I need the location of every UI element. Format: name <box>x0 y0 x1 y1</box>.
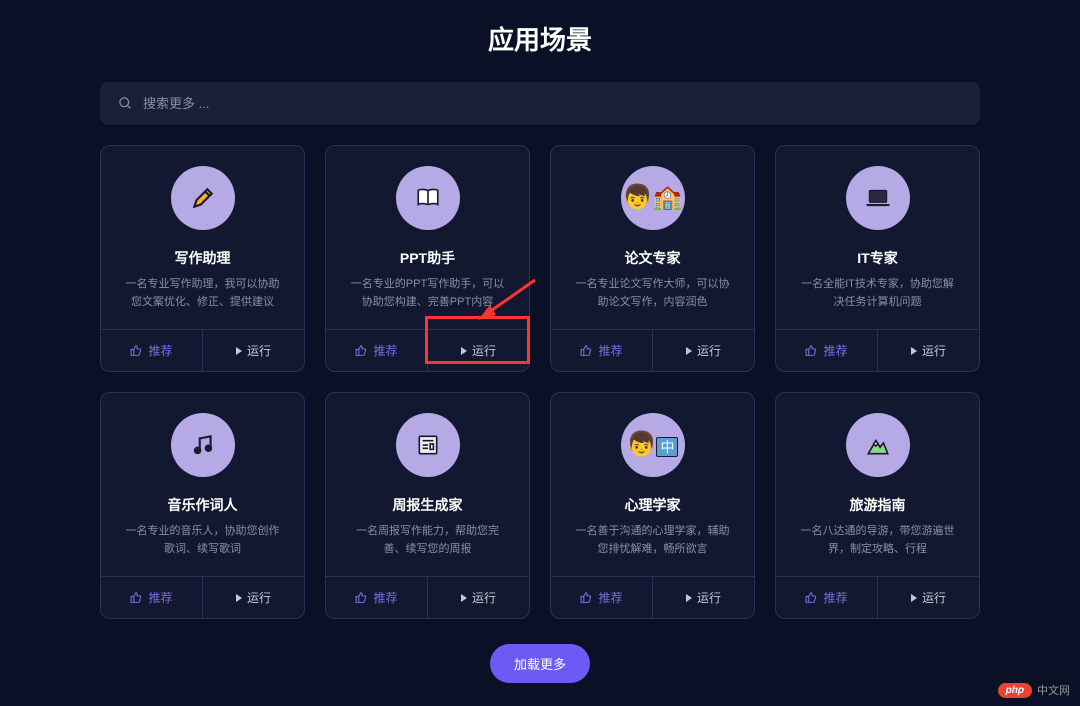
card-desc: 一名善于沟通的心理学家，辅助您排忧解难，畅所欲言 <box>567 523 738 558</box>
recommend-button[interactable]: 推荐 <box>551 330 653 371</box>
recommend-button[interactable]: 推荐 <box>776 330 878 371</box>
play-icon <box>686 347 692 355</box>
news-icon <box>396 413 460 477</box>
mountain-icon <box>846 413 910 477</box>
search-bar[interactable] <box>100 82 980 125</box>
thumb-icon <box>130 344 143 357</box>
thumb-icon <box>355 591 368 604</box>
thumb-icon <box>805 344 818 357</box>
play-icon <box>461 347 467 355</box>
play-icon <box>911 347 917 355</box>
pencil-icon <box>171 166 235 230</box>
run-button[interactable]: 运行 <box>203 577 304 618</box>
recommend-button[interactable]: 推荐 <box>326 577 428 618</box>
card-title: PPT助手 <box>342 248 513 268</box>
card-title: 论文专家 <box>567 248 738 268</box>
play-icon <box>911 594 917 602</box>
thesis-icon: 👦🏫 <box>621 166 685 230</box>
laptop-icon <box>846 166 910 230</box>
play-icon <box>686 594 692 602</box>
card-psychologist: 👦中 心理学家 一名善于沟通的心理学家，辅助您排忧解难，畅所欲言 推荐 运行 <box>550 392 755 619</box>
card-title: 旅游指南 <box>792 495 963 515</box>
run-button[interactable]: 运行 <box>878 577 979 618</box>
play-icon <box>236 347 242 355</box>
load-more-button[interactable]: 加载更多 <box>490 644 590 683</box>
recommend-button[interactable]: 推荐 <box>776 577 878 618</box>
card-it-expert: IT专家 一名全能IT技术专家，协助您解决任务计算机问题 推荐 运行 <box>775 145 980 372</box>
watermark: php 中文网 <box>998 682 1070 698</box>
card-ppt-assistant: PPT助手 一名专业的PPT写作助手，可以协助您构建、完善PPT内容 推荐 运行 <box>325 145 530 372</box>
recommend-button[interactable]: 推荐 <box>101 577 203 618</box>
thumb-icon <box>580 344 593 357</box>
music-icon <box>171 413 235 477</box>
card-title: IT专家 <box>792 248 963 268</box>
card-music-lyricist: 音乐作词人 一名专业的音乐人，协助您创作歌词、续写歌词 推荐 运行 <box>100 392 305 619</box>
run-button[interactable]: 运行 <box>653 577 754 618</box>
card-desc: 一名专业写作助理，我可以协助您文案优化、修正、提供建议 <box>117 276 288 311</box>
thumb-icon <box>580 591 593 604</box>
search-input[interactable] <box>143 96 962 111</box>
card-title: 心理学家 <box>567 495 738 515</box>
card-report-generator: 周报生成家 一名周报写作能力，帮助您完善、续写您的周报 推荐 运行 <box>325 392 530 619</box>
card-desc: 一名周报写作能力，帮助您完善、续写您的周报 <box>342 523 513 558</box>
run-button[interactable]: 运行 <box>653 330 754 371</box>
card-desc: 一名专业的PPT写作助手，可以协助您构建、完善PPT内容 <box>342 276 513 311</box>
card-title: 周报生成家 <box>342 495 513 515</box>
thumb-icon <box>805 591 818 604</box>
watermark-text: 中文网 <box>1037 682 1070 698</box>
run-button[interactable]: 运行 <box>428 577 529 618</box>
thumb-icon <box>130 591 143 604</box>
card-grid: 写作助理 一名专业写作助理，我可以协助您文案优化、修正、提供建议 推荐 运行 <box>100 145 980 619</box>
recommend-button[interactable]: 推荐 <box>101 330 203 371</box>
psych-icon: 👦中 <box>621 413 685 477</box>
card-title: 音乐作词人 <box>117 495 288 515</box>
card-desc: 一名全能IT技术专家，协助您解决任务计算机问题 <box>792 276 963 311</box>
card-desc: 一名专业论文写作大师，可以协助论文写作，内容润色 <box>567 276 738 311</box>
card-thesis-expert: 👦🏫 论文专家 一名专业论文写作大师，可以协助论文写作，内容润色 推荐 运行 <box>550 145 755 372</box>
play-icon <box>461 594 467 602</box>
card-desc: 一名专业的音乐人，协助您创作歌词、续写歌词 <box>117 523 288 558</box>
recommend-button[interactable]: 推荐 <box>326 330 428 371</box>
watermark-badge: php <box>998 683 1032 698</box>
card-travel-guide: 旅游指南 一名八达通的导游，带您游遍世界，制定攻略、行程 推荐 运行 <box>775 392 980 619</box>
card-writing-assistant: 写作助理 一名专业写作助理，我可以协助您文案优化、修正、提供建议 推荐 运行 <box>100 145 305 372</box>
card-desc: 一名八达通的导游，带您游遍世界，制定攻略、行程 <box>792 523 963 558</box>
thumb-icon <box>355 344 368 357</box>
search-icon <box>118 96 133 111</box>
play-icon <box>236 594 242 602</box>
card-title: 写作助理 <box>117 248 288 268</box>
run-button[interactable]: 运行 <box>878 330 979 371</box>
page-title: 应用场景 <box>100 20 980 57</box>
run-button[interactable]: 运行 <box>203 330 304 371</box>
book-icon <box>396 166 460 230</box>
run-button[interactable]: 运行 <box>428 330 529 371</box>
recommend-button[interactable]: 推荐 <box>551 577 653 618</box>
